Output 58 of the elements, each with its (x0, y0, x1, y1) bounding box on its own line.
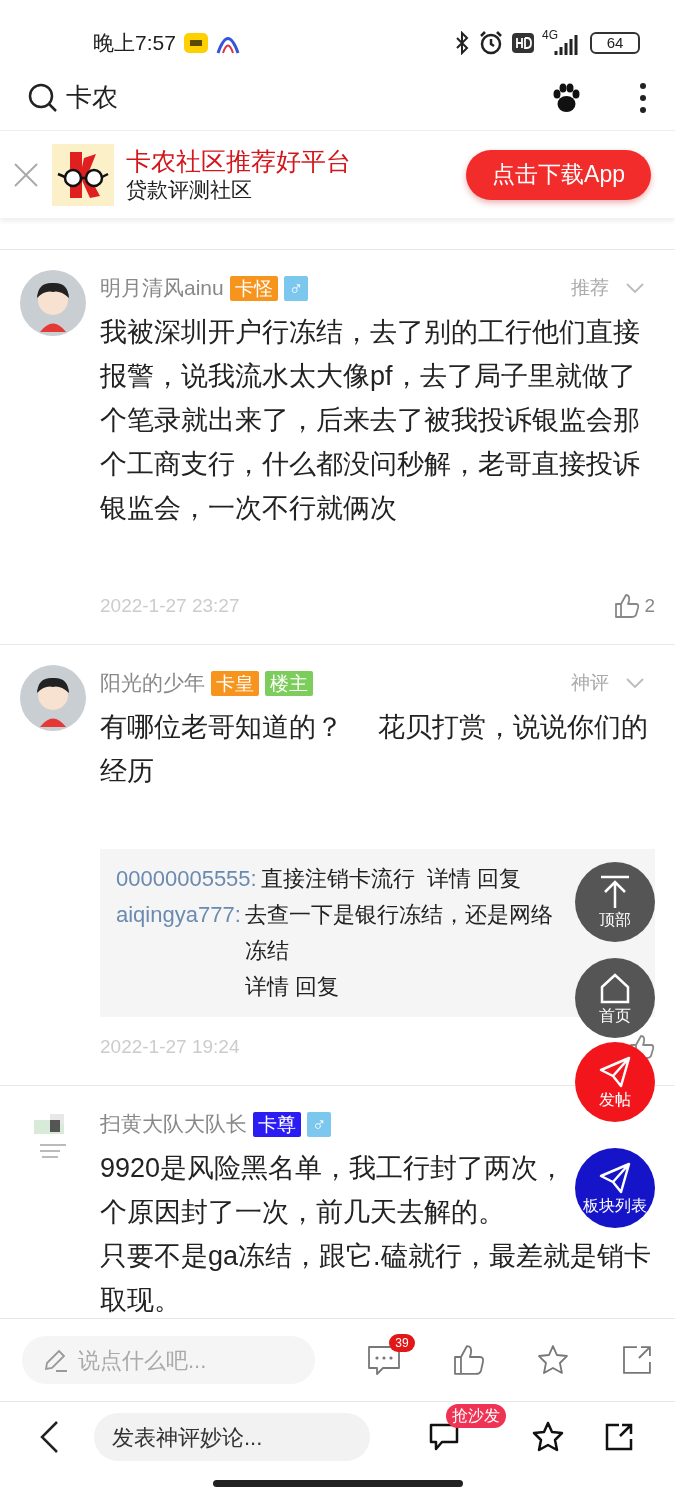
comment-input-field[interactable]: 发表神评妙论... (94, 1413, 370, 1461)
user-badge: 卡尊 (253, 1111, 301, 1137)
username[interactable]: 明月清风ainu (100, 272, 224, 304)
search-query[interactable]: 卡农 (66, 78, 543, 117)
comment-text: 有哪位老哥知道的？ 花贝打赏，说说你们的经历 (100, 711, 649, 788)
reply-link[interactable]: 详情 (426, 861, 471, 897)
avatar-icon (20, 665, 86, 731)
clock-time: 晚上7:57 (93, 29, 176, 56)
star-icon[interactable] (537, 1344, 570, 1376)
close-icon[interactable] (12, 160, 40, 189)
download-button[interactable]: 点击下载App (466, 149, 651, 200)
username[interactable]: 阳光的少年 (100, 667, 205, 699)
floating-button[interactable]: 发帖 (575, 1042, 655, 1122)
reply-text: 直接注销卡流行 (260, 865, 415, 893)
hd-icon (512, 32, 534, 53)
user-badge: ♂ (307, 1111, 332, 1137)
comment-text: 9920是风险黑名单，我工行封了两次， (100, 1152, 566, 1185)
user-badge: ♂ (283, 275, 308, 301)
back-icon[interactable] (38, 1420, 60, 1454)
reply-username[interactable]: aiqingya777: (116, 897, 241, 933)
battery-indicator: 64 (590, 31, 640, 54)
network-type: 4G (542, 28, 558, 41)
reply-link[interactable]: 详情 (244, 969, 289, 1005)
reply-username[interactable]: 00000005555: (116, 861, 257, 897)
user-badge: 卡怪 (229, 275, 278, 301)
sofa-badge: 抢沙发 (446, 1404, 506, 1428)
share-icon[interactable] (604, 1422, 634, 1452)
banner-title: 卡农社区推荐好平台 (126, 145, 352, 177)
search-icon (28, 82, 58, 113)
comment-tag[interactable]: 推荐 (571, 273, 609, 303)
thumbs-up-icon[interactable] (614, 593, 641, 619)
paper-plane-icon (597, 1160, 633, 1196)
paw-icon[interactable] (551, 82, 581, 113)
comment-text: 只要不是ga冻结，跟它.磕就行，最差就是销卡取现。 (100, 1240, 652, 1317)
floating-button[interactable]: 板块列表 (575, 1148, 655, 1228)
pencil-icon (42, 1347, 68, 1373)
avatar-icon (20, 270, 86, 336)
star-icon[interactable] (532, 1421, 564, 1453)
user-badge: 卡皇 (211, 670, 259, 696)
app-logo-icon (52, 143, 114, 206)
comment-tag[interactable]: 神评 (571, 668, 609, 698)
like-count: 2 (644, 593, 655, 618)
comment-text: 我被深圳开户行冻结，去了别的工行他们直接报警，说我流水太大像pf，去了局子里就做了个笔录就出来了，后来去了被我投诉银监会那个工商支行，什么都没问秒解，老哥直接投诉银监会，一次不行就俩次 (100, 316, 641, 525)
user-badge: 楼主 (265, 670, 313, 696)
thumbs-up-icon[interactable] (453, 1344, 486, 1376)
username[interactable]: 扫黄大队大队长 (100, 1108, 247, 1140)
reply-link[interactable]: 回复 (476, 861, 521, 897)
banner-subtitle: 贷款评测社区 (126, 177, 253, 203)
alarm-icon (478, 29, 504, 56)
more-icon[interactable] (639, 81, 647, 114)
reply-text: 去查一下是银行冻结，还是网络冻结 (244, 901, 554, 965)
paper-plane-icon (597, 1054, 633, 1090)
reply-link[interactable]: 回复 (294, 969, 339, 1005)
app-icon (183, 31, 208, 54)
bluetooth-icon (454, 30, 470, 55)
comment-text: 个原因封了一次，前几天去解的。 (100, 1196, 505, 1229)
comment-icon[interactable] (428, 1422, 460, 1452)
count-badge: 39 (389, 1334, 415, 1352)
